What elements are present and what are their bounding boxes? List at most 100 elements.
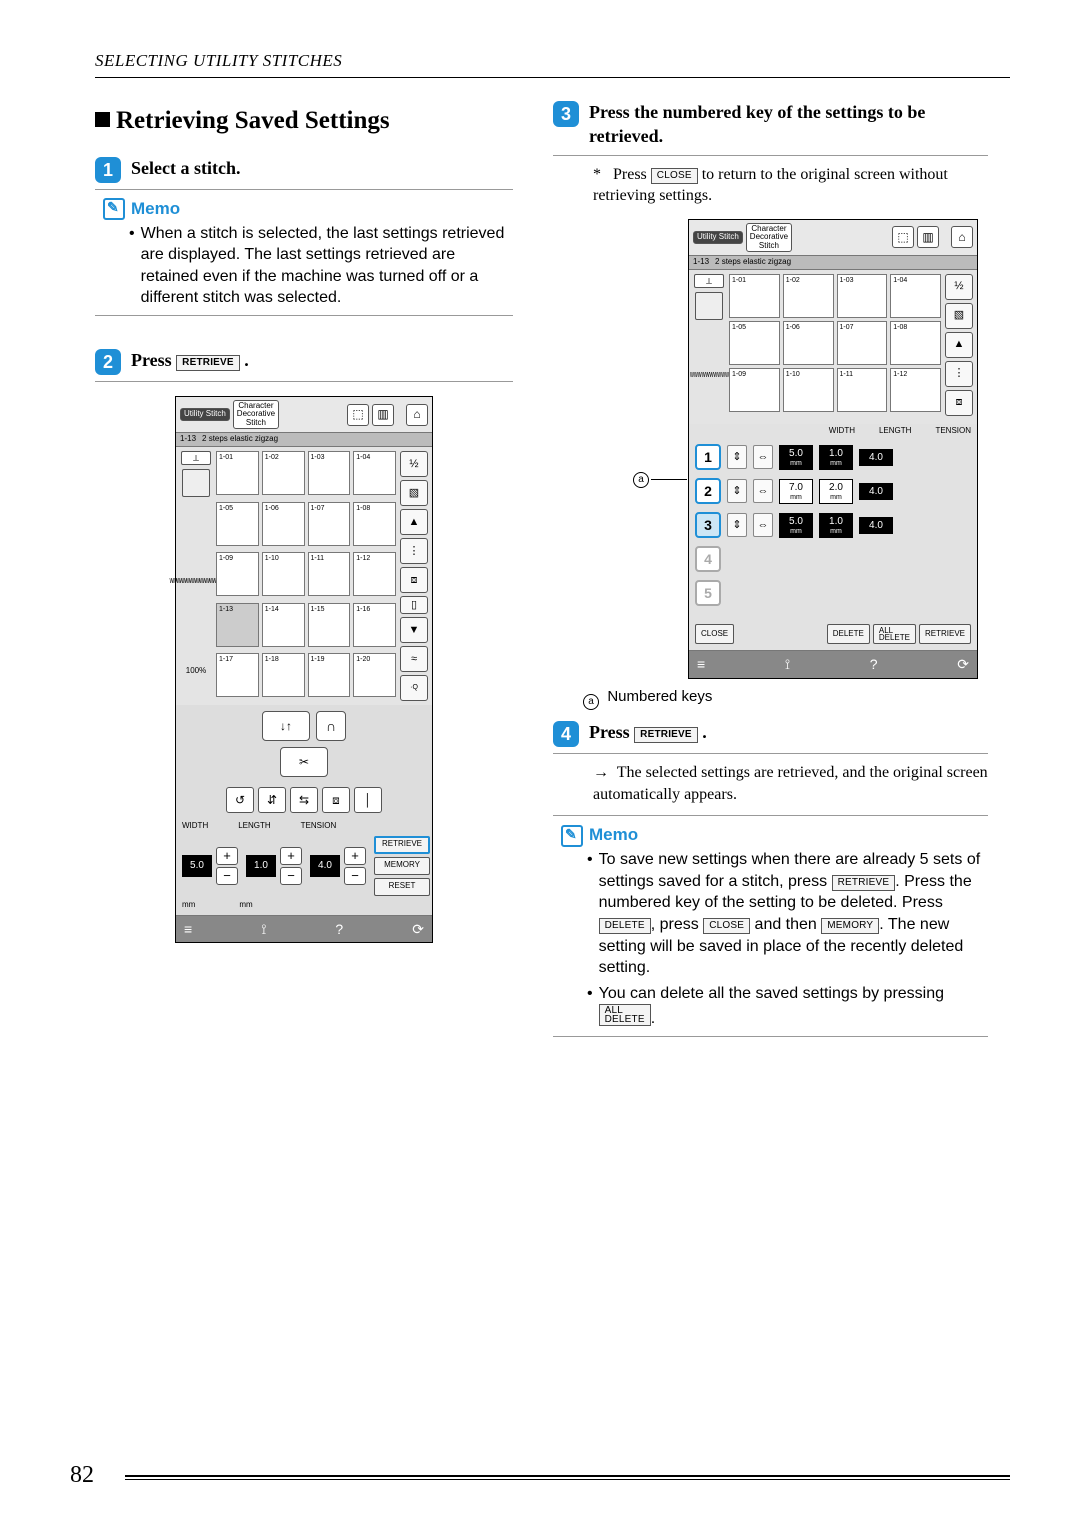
home-icon[interactable]: ⌂ [406, 404, 428, 426]
help-icon[interactable]: ? [335, 920, 343, 939]
foot-icon-r[interactable]: ⬚ [892, 226, 914, 248]
half-icon-r[interactable]: ½ [945, 274, 973, 300]
r-stitch-1-10[interactable]: 1-10 [783, 368, 834, 412]
stitch-1-14[interactable]: 1-14 [262, 603, 305, 647]
mirror-v-icon[interactable]: ⇆ [290, 787, 318, 813]
needle-icon[interactable]: ⧈ [322, 787, 350, 813]
width-minus[interactable]: − [216, 867, 238, 885]
r-stitch-1-08[interactable]: 1-08 [890, 321, 941, 365]
memory-button[interactable]: MEMORY [374, 857, 430, 875]
r-stitch-1-02[interactable]: 1-02 [783, 274, 834, 318]
menu-icon[interactable]: ≡ [184, 920, 192, 939]
stitch-1-01[interactable]: 1-01 [216, 451, 259, 495]
stitch-1-03[interactable]: 1-03 [308, 451, 351, 495]
stitch-1-16[interactable]: 1-16 [353, 603, 396, 647]
bottom-half-icon[interactable]: ↓↑ [262, 711, 310, 741]
stitch-1-13[interactable]: 1-13 [216, 603, 259, 647]
stitch-1-06[interactable]: 1-06 [262, 502, 305, 546]
foot-icon[interactable]: ⬚ [347, 404, 369, 426]
half-icon[interactable]: ½ [400, 451, 428, 477]
tension-minus[interactable]: − [344, 867, 366, 885]
stitch-1-07[interactable]: 1-07 [308, 502, 351, 546]
foot-icon-2[interactable]: ⟟ [261, 920, 266, 939]
stitch-1-05[interactable]: 1-05 [216, 502, 259, 546]
tab-utility-stitch[interactable]: Utility Stitch [180, 408, 230, 420]
numbered-key-1[interactable]: 1 [695, 444, 721, 470]
pattern-icon-4[interactable]: ▯ [400, 596, 428, 614]
stitch-1-02[interactable]: 1-02 [262, 451, 305, 495]
r-stitch-1-12[interactable]: 1-12 [890, 368, 941, 412]
r-stitch-1-09[interactable]: 1-09 [729, 368, 780, 412]
close-button[interactable]: CLOSE [695, 624, 734, 644]
r-stitch-1-01[interactable]: 1-01 [729, 274, 780, 318]
r-stitch-1-07[interactable]: 1-07 [837, 321, 888, 365]
close-key-2[interactable]: CLOSE [703, 918, 750, 934]
retrieve-button[interactable]: RETRIEVE [374, 836, 430, 854]
stitch-1-11[interactable]: 1-11 [308, 552, 351, 596]
pattern-icon-6[interactable]: ·Q [400, 675, 428, 701]
stitch-1-04[interactable]: 1-04 [353, 451, 396, 495]
stitch-1-09[interactable]: 1-09 [216, 552, 259, 596]
close-key[interactable]: CLOSE [651, 168, 698, 184]
stitch-1-19[interactable]: 1-19 [308, 653, 351, 697]
pattern-icon-r3[interactable]: ⧈ [945, 390, 973, 416]
stitch-1-08[interactable]: 1-08 [353, 502, 396, 546]
length-minus[interactable]: − [280, 867, 302, 885]
numbered-key-2[interactable]: 2 [695, 478, 721, 504]
memory-key[interactable]: MEMORY [821, 918, 879, 934]
tab-decorative[interactable]: Character Decorative Stitch [233, 400, 279, 429]
scroll-up-icon[interactable]: ▲ [400, 509, 428, 535]
scissors-icon[interactable]: ✂ [280, 747, 328, 777]
flip-v-icon: ⇕ [727, 445, 747, 469]
width-plus[interactable]: + [216, 847, 238, 865]
pattern-icon-5[interactable]: ≈ [400, 646, 428, 672]
grid-icon-r[interactable]: ▥ [917, 226, 939, 248]
all-delete-button[interactable]: ALL DELETE [873, 624, 916, 644]
pattern-icon-r2[interactable]: ⋮ [945, 361, 973, 387]
pattern-icon-1[interactable]: ▧ [400, 480, 428, 506]
foot-icon-r2[interactable]: ⟟ [785, 655, 790, 674]
settings-icon[interactable]: ⟳ [412, 920, 424, 939]
numbered-key-4[interactable]: 4 [695, 546, 721, 572]
edit-icon-1[interactable]: ↺ [226, 787, 254, 813]
delete-key[interactable]: DELETE [599, 918, 651, 934]
r-stitch-1-03[interactable]: 1-03 [837, 274, 888, 318]
loop-icon[interactable]: ∩ [316, 711, 346, 741]
stitch-1-17[interactable]: 1-17 [216, 653, 259, 697]
r-stitch-1-04[interactable]: 1-04 [890, 274, 941, 318]
length-plus[interactable]: + [280, 847, 302, 865]
scroll-down-icon[interactable]: ▼ [400, 617, 428, 643]
stitch-1-18[interactable]: 1-18 [262, 653, 305, 697]
menu-icon-r[interactable]: ≡ [697, 655, 705, 674]
r-stitch-1-06[interactable]: 1-06 [783, 321, 834, 365]
stitch-1-10[interactable]: 1-10 [262, 552, 305, 596]
retrieve-key[interactable]: RETRIEVE [176, 355, 240, 371]
scroll-up-icon-r[interactable]: ▲ [945, 332, 973, 358]
home-icon-r[interactable]: ⌂ [951, 226, 973, 248]
grid-icon[interactable]: ▥ [372, 404, 394, 426]
pattern-icon-r1[interactable]: ▧ [945, 303, 973, 329]
tab-utility-stitch-2[interactable]: Utility Stitch [693, 231, 743, 243]
r-stitch-1-05[interactable]: 1-05 [729, 321, 780, 365]
stitch-grid[interactable]: 1-01 1-02 1-03 1-04 1-05 1-06 1-07 1-08 … [216, 451, 396, 701]
reset-button[interactable]: RESET [374, 878, 430, 896]
pattern-icon-2[interactable]: ⋮ [400, 538, 428, 564]
all-delete-key[interactable]: ALL DELETE [599, 1004, 651, 1026]
mirror-h-icon[interactable]: ⇵ [258, 787, 286, 813]
stitch-1-20[interactable]: 1-20 [353, 653, 396, 697]
stitch-1-12[interactable]: 1-12 [353, 552, 396, 596]
pattern-icon-3[interactable]: ⧈ [400, 567, 428, 593]
numbered-key-5[interactable]: 5 [695, 580, 721, 606]
numbered-key-3[interactable]: 3 [695, 512, 721, 538]
retrieve-button-2[interactable]: RETRIEVE [919, 624, 971, 644]
edit-icon-5[interactable]: │ [354, 787, 382, 813]
help-icon-r[interactable]: ? [870, 655, 878, 674]
tab-decorative-2[interactable]: Character Decorative Stitch [746, 223, 792, 252]
settings-icon-r[interactable]: ⟳ [957, 655, 969, 674]
retrieve-key-2[interactable]: RETRIEVE [634, 727, 698, 743]
r-stitch-1-11[interactable]: 1-11 [837, 368, 888, 412]
tension-plus[interactable]: + [344, 847, 366, 865]
stitch-1-15[interactable]: 1-15 [308, 603, 351, 647]
retrieve-key-3[interactable]: RETRIEVE [832, 875, 896, 891]
delete-button[interactable]: DELETE [827, 624, 870, 644]
